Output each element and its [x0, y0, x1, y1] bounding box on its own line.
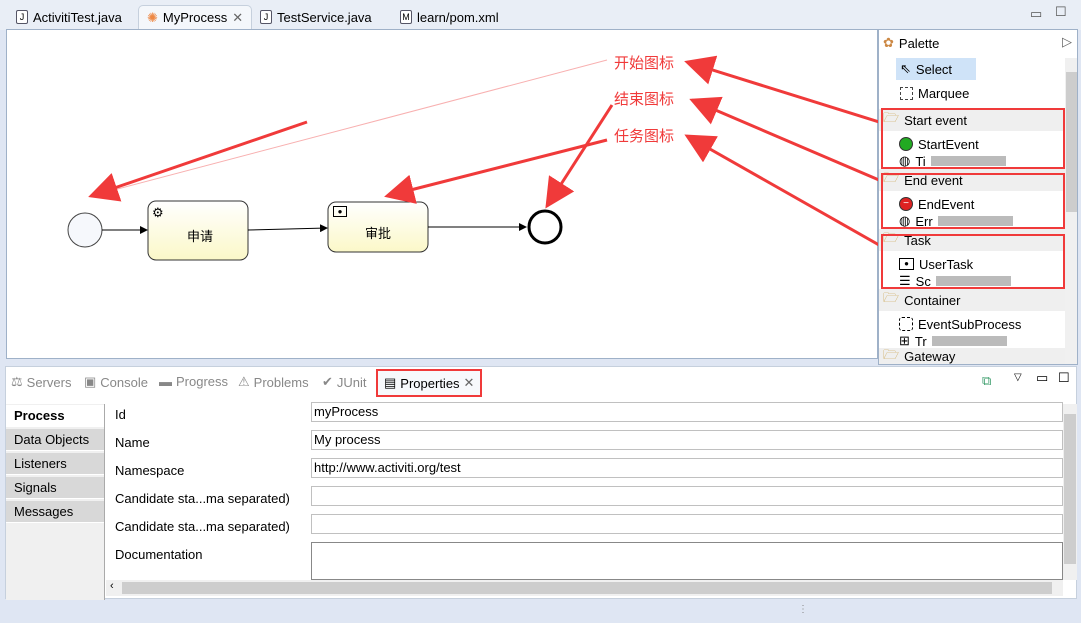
- java-file-icon: J: [260, 10, 272, 24]
- task-label: 审批: [365, 226, 392, 241]
- name-label: Name: [115, 435, 150, 450]
- palette-transaction[interactable]: ⊞ Tr: [899, 335, 1077, 347]
- namespace-label: Namespace: [115, 463, 185, 478]
- group-container[interactable]: 🗁 Container: [879, 289, 1065, 311]
- user-icon: ●: [333, 206, 347, 217]
- view-menu-icon[interactable]: ▽: [1014, 372, 1022, 383]
- side-tab-signals[interactable]: Signals: [6, 477, 104, 499]
- tab-testservice[interactable]: J TestService.java: [252, 5, 380, 29]
- console-icon: ▣: [84, 374, 97, 389]
- sequence-flow[interactable]: [247, 224, 328, 233]
- group-gateway[interactable]: 🗁 Gateway: [879, 346, 1065, 364]
- minimize-icon[interactable]: ▭: [1030, 6, 1042, 22]
- junit-icon: ✔: [322, 374, 333, 389]
- namespace-input[interactable]: http://www.activiti.org/test: [311, 458, 1063, 478]
- tab-junit[interactable]: ✔ JUnit: [322, 374, 367, 390]
- task-label: 申请: [187, 229, 214, 244]
- marquee-icon: [900, 86, 913, 100]
- transaction-icon: ⊞: [899, 335, 910, 347]
- diagram-canvas[interactable]: ⚙ 申请 ● 审批 开始图标 结束图标 任务图标: [6, 29, 879, 359]
- process-icon: ✺: [147, 9, 158, 25]
- maximize-icon[interactable]: ☐: [1058, 370, 1070, 386]
- java-file-icon: J: [16, 10, 28, 24]
- name-input[interactable]: My process: [311, 430, 1063, 450]
- gear-icon: ⚙: [152, 205, 164, 220]
- candidate-starter-groups-label: Candidate sta...ma separated): [115, 519, 290, 534]
- documentation-textarea[interactable]: [311, 542, 1063, 580]
- tab-problems[interactable]: ⚠ Problems: [238, 374, 309, 390]
- maven-file-icon: M: [400, 10, 412, 24]
- tab-console[interactable]: ▣ Console: [84, 374, 148, 390]
- tab-servers[interactable]: ⚖ Servers: [11, 374, 71, 390]
- palette-select[interactable]: ⇖ Select: [896, 58, 976, 80]
- annotation-end: 结束图标: [614, 91, 675, 108]
- properties-panel: ⚖ Servers ▣ Console ▬ Progress ⚠ Problems ✔ J…: [5, 366, 1077, 600]
- end-event[interactable]: [527, 209, 563, 245]
- palette-header: ✿ Palette: [883, 35, 940, 51]
- folder-icon: 🗁: [883, 346, 900, 362]
- servers-icon: ⚖: [11, 374, 23, 389]
- palette-scrollbar[interactable]: [1065, 58, 1077, 364]
- palette: ✿ Palette ▷ ⇖ Select Marquee 🗁 Start event …: [878, 29, 1078, 365]
- tab-myprocess[interactable]: ✺ MyProcess ✕: [138, 5, 253, 29]
- tab-activititest[interactable]: J ActivitiTest.java: [8, 5, 130, 29]
- side-tab-messages[interactable]: Messages: [6, 501, 104, 523]
- close-icon[interactable]: ✕: [232, 10, 243, 26]
- editor-tab-bar: J ActivitiTest.java ✺ MyProcess ✕ J TestServ…: [0, 0, 1081, 30]
- close-icon[interactable]: ✕: [464, 375, 475, 391]
- vertical-scrollbar[interactable]: [1063, 404, 1077, 580]
- side-tab-process[interactable]: Process: [6, 405, 104, 427]
- annotation-start: 开始图标: [614, 55, 675, 72]
- subprocess-icon: [899, 317, 913, 331]
- tab-progress[interactable]: ▬ Progress: [159, 374, 228, 389]
- pin-icon[interactable]: ⧉: [982, 373, 991, 389]
- candidate-starter-users-input[interactable]: [311, 486, 1063, 506]
- resize-handle-icon[interactable]: ⋮: [798, 604, 808, 615]
- section-tabs: Process Data Objects Listeners Signals M…: [6, 404, 105, 600]
- palette-eventsubprocess[interactable]: EventSubProcess: [899, 313, 1077, 335]
- collapse-palette-icon[interactable]: ▷: [1062, 34, 1072, 50]
- side-tab-data-objects[interactable]: Data Objects: [6, 429, 104, 451]
- maximize-icon[interactable]: ☐: [1055, 4, 1067, 20]
- problems-icon: ⚠: [238, 374, 250, 389]
- minimize-icon[interactable]: ▭: [1036, 370, 1048, 386]
- start-event[interactable]: [67, 212, 103, 248]
- tab-properties[interactable]: ▤ Properties ✕: [376, 369, 483, 397]
- side-tab-listeners[interactable]: Listeners: [6, 453, 104, 475]
- progress-icon: ▬: [159, 374, 172, 389]
- documentation-label: Documentation: [115, 547, 203, 562]
- palette-icon: ✿: [883, 35, 894, 50]
- annotation-task: 任务图标: [614, 128, 675, 145]
- pointer-icon: ⇖: [900, 61, 911, 76]
- candidate-starter-users-label: Candidate sta...ma separated): [115, 491, 290, 506]
- id-label: Id: [115, 407, 126, 422]
- properties-icon: ▤: [384, 375, 397, 390]
- folder-icon: 🗁: [883, 290, 900, 305]
- tab-pom[interactable]: Mlearn/pom.xml: [392, 5, 507, 29]
- id-input[interactable]: myProcess: [311, 402, 1063, 422]
- horizontal-scrollbar[interactable]: ‹: [106, 580, 1063, 596]
- palette-marquee[interactable]: Marquee: [900, 82, 1077, 104]
- candidate-starter-groups-input[interactable]: [311, 514, 1063, 534]
